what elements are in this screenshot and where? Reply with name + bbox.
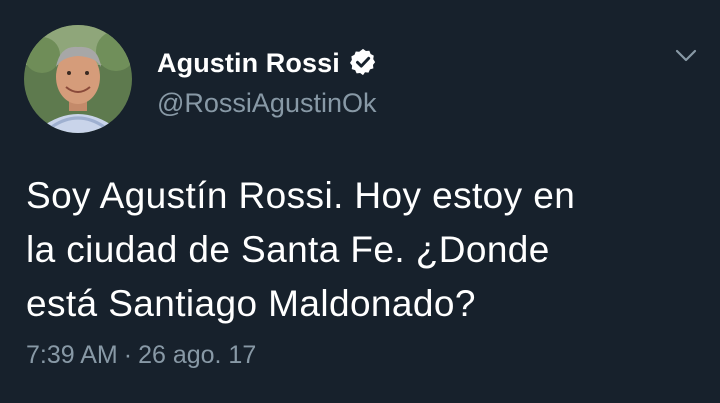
author-handle[interactable]: @RossiAgustinOk — [157, 88, 376, 119]
tweet-card: Agustin Rossi @RossiAgustinOk Soy Agustí… — [0, 0, 720, 403]
tweet-date: 26 ago. 17 — [138, 341, 257, 369]
author-display-name[interactable]: Agustin Rossi — [157, 48, 340, 79]
chevron-down-icon[interactable] — [674, 46, 698, 66]
meta-separator: · — [123, 341, 133, 369]
tweet-timestamp[interactable]: 7:39 AM · 26 ago. 17 — [26, 341, 256, 370]
verified-badge-icon — [348, 47, 378, 77]
avatar-photo-icon — [24, 25, 132, 133]
avatar[interactable] — [24, 25, 132, 133]
tweet-text: Soy Agustín Rossi. Hoy estoy en la ciuda… — [26, 175, 576, 324]
tweet-time: 7:39 AM — [26, 341, 118, 369]
